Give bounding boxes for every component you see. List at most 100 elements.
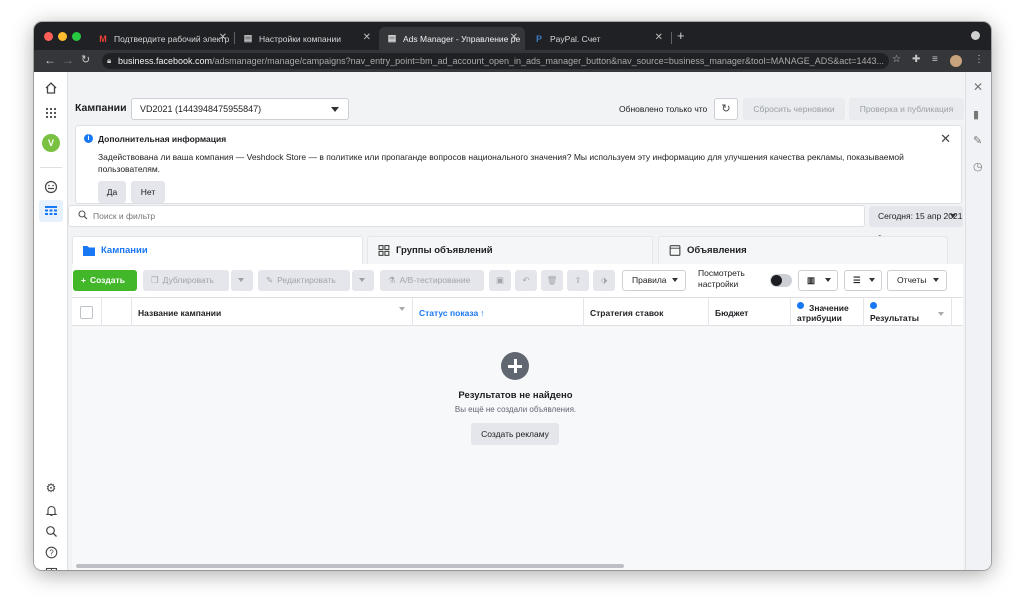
- close-icon[interactable]: ✕: [973, 80, 983, 94]
- browser-tab-gmail[interactable]: M Подтвердите рабочий электр ✕: [90, 27, 234, 50]
- apps-grid-icon[interactable]: [43, 105, 59, 121]
- gmail-icon: M: [99, 33, 107, 44]
- create-button[interactable]: + Создать: [73, 270, 137, 291]
- column-header-budget[interactable]: Бюджет: [709, 298, 791, 327]
- new-tab-button[interactable]: +: [677, 28, 685, 43]
- main-content: Кампании VD2021 (1443948475955847) Обнов…: [68, 72, 965, 570]
- address-bar[interactable]: 🔒︎ business.facebook.com/adsmanager/mana…: [102, 53, 889, 69]
- review-publish-button[interactable]: Проверка и публикация: [849, 98, 964, 120]
- column-header-attribution[interactable]: Значение атрибуции: [791, 298, 864, 327]
- reports-button[interactable]: Отчеты: [887, 270, 947, 291]
- help-icon[interactable]: ?: [43, 544, 59, 560]
- date-range-picker[interactable]: Сегодня: 15 апр 2021 г.: [869, 206, 963, 242]
- table-body-empty: Результатов не найдено Вы ещё не создали…: [72, 326, 963, 570]
- rules-button[interactable]: Правила: [622, 270, 686, 291]
- forward-arrow-icon[interactable]: →: [62, 53, 74, 67]
- duplicate-icon: ❐: [151, 275, 159, 285]
- browser-window: M Подтвердите рабочий электр ✕ ▤ Настрой…: [34, 22, 991, 570]
- scrollbar-thumb[interactable]: [76, 564, 624, 568]
- right-side-panel: ✕ ▮ ✎ ◷: [965, 72, 991, 570]
- discard-drafts-button[interactable]: Сбросить черновики: [743, 98, 845, 120]
- create-label: Создать: [89, 275, 125, 285]
- maximize-window-button[interactable]: [72, 32, 81, 41]
- breakdown-button[interactable]: ☰: [844, 270, 882, 291]
- tab-label: Настройки компании: [259, 33, 341, 44]
- tab-label: Кампании: [101, 245, 148, 256]
- bar-chart-icon[interactable]: ▮: [973, 108, 979, 121]
- sort-up-arrow-icon: ↑: [480, 307, 485, 318]
- reload-icon[interactable]: ↻: [81, 53, 90, 66]
- duplicate-button[interactable]: ❐ Дублировать: [143, 270, 229, 291]
- reading-list-icon[interactable]: ≡: [932, 54, 938, 65]
- clipboard-icon[interactable]: ▣: [489, 270, 511, 291]
- account-avatar[interactable]: V: [42, 134, 60, 152]
- edit-button[interactable]: ✎ Редактировать: [258, 270, 350, 291]
- empty-state-title: Результатов не найдено: [458, 390, 573, 401]
- close-icon[interactable]: ✕: [655, 32, 663, 43]
- performance-gauge-icon[interactable]: [43, 179, 59, 195]
- ab-test-button[interactable]: ⚗︎ A/B-тестирование: [380, 270, 484, 291]
- ad-account-selector[interactable]: VD2021 (1443948475955847): [131, 98, 349, 120]
- view-settings-toggle[interactable]: [770, 274, 792, 287]
- column-header-bid-strategy[interactable]: Стратегия ставок: [584, 298, 709, 327]
- extensions-puzzle-icon[interactable]: ✚: [912, 54, 920, 65]
- close-icon[interactable]: ✕: [940, 131, 951, 147]
- star-icon[interactable]: ☆: [892, 54, 901, 65]
- column-label: Значение атрибуции: [797, 302, 849, 323]
- chevron-down-icon: [950, 214, 956, 218]
- ads-manager-nav-item[interactable]: [39, 200, 63, 222]
- profile-avatar-icon[interactable]: [950, 55, 962, 67]
- close-icon[interactable]: ✕: [219, 32, 227, 43]
- browser-tab-company-settings[interactable]: ▤ Настройки компании ✕: [235, 27, 378, 50]
- facebook-icon: ▤: [243, 33, 253, 43]
- export-icon[interactable]: ⇪: [567, 270, 589, 291]
- bell-icon[interactable]: [43, 502, 59, 518]
- more-vertical-icon[interactable]: ⋮: [974, 54, 984, 65]
- search-icon[interactable]: [43, 523, 59, 539]
- column-header-name[interactable]: Название кампании: [132, 298, 413, 327]
- undo-icon[interactable]: ↶: [515, 270, 537, 291]
- tab-adsets[interactable]: Группы объявлений: [367, 236, 653, 264]
- add-circle-icon: [501, 352, 529, 380]
- duplicate-dropdown-button[interactable]: [231, 270, 253, 291]
- column-label: Бюджет: [715, 307, 749, 318]
- search-filter-bar[interactable]: [68, 205, 865, 227]
- column-label: Статус показа: [419, 307, 479, 318]
- tag-icon[interactable]: ⬗: [593, 270, 615, 291]
- close-icon[interactable]: ✕: [510, 32, 518, 43]
- horizontal-scrollbar[interactable]: [76, 564, 959, 568]
- search-input[interactable]: [93, 209, 833, 223]
- search-icon: [78, 210, 88, 223]
- columns-button[interactable]: ▥: [798, 270, 838, 291]
- back-arrow-icon[interactable]: ←: [44, 53, 56, 67]
- edit-dropdown-button[interactable]: [352, 270, 374, 291]
- pencil-icon[interactable]: ✎: [973, 134, 982, 147]
- table-header-row: Название кампании Статус показа ↑ Стратег…: [72, 297, 963, 327]
- chevron-down-icon: [238, 278, 244, 282]
- report-panel-icon[interactable]: [43, 565, 59, 570]
- chevron-down-icon: [399, 307, 405, 311]
- close-window-button[interactable]: [44, 32, 53, 41]
- column-header-results[interactable]: Результаты: [864, 298, 952, 327]
- trash-icon[interactable]: 🗑︎: [541, 270, 563, 291]
- clock-icon[interactable]: ◷: [973, 160, 983, 173]
- yes-button[interactable]: Да: [98, 181, 126, 203]
- no-button[interactable]: Нет: [131, 181, 165, 203]
- column-label: Результаты: [870, 312, 920, 323]
- browser-tab-paypal[interactable]: P PayPal. Счет ✕: [526, 27, 670, 50]
- browser-menu-icon[interactable]: [971, 31, 980, 40]
- column-header-status[interactable]: Статус показа ↑: [413, 298, 584, 327]
- tab-campaigns[interactable]: Кампании: [72, 236, 363, 266]
- gear-icon[interactable]: ⚙︎: [43, 480, 59, 496]
- close-icon[interactable]: ✕: [363, 32, 371, 43]
- tab-ads[interactable]: Объявления: [658, 236, 948, 264]
- browser-tab-ads-manager[interactable]: ▤ Ads Manager - Управление ре ✕: [379, 27, 525, 50]
- select-all-checkbox[interactable]: [80, 306, 93, 319]
- info-icon: [797, 302, 804, 309]
- home-icon[interactable]: [43, 80, 59, 96]
- minimize-window-button[interactable]: [58, 32, 67, 41]
- toggle-knob: [771, 275, 782, 286]
- refresh-button[interactable]: ↻: [714, 98, 738, 120]
- column-label: Название кампании: [138, 307, 222, 318]
- create-ad-button[interactable]: Создать рекламу: [471, 423, 559, 445]
